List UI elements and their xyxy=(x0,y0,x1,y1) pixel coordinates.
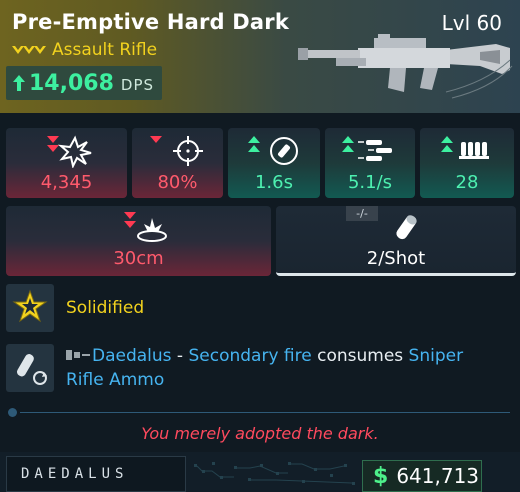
stat-damage-value: 4,345 xyxy=(40,172,93,193)
perk-text-2: consumes xyxy=(311,346,409,366)
stat-accuracy-value: 80% xyxy=(157,172,198,193)
stat-splash-value: 30cm xyxy=(113,248,164,269)
item-type: Assault Rifle xyxy=(52,40,158,60)
stat-fire-rate-value: 5.1/s xyxy=(347,172,393,193)
perk-row-solidified: Solidified xyxy=(6,284,516,332)
rarity-row: Assault Rifle xyxy=(12,40,157,60)
stat-ammo-cost-value: 2/Shot xyxy=(366,248,426,269)
dps-badge: 14,068 DPS xyxy=(6,66,162,100)
stat-magazine: 28 xyxy=(420,128,514,198)
manufacturer-logo: DAEDALUS xyxy=(6,456,186,492)
splash-icon xyxy=(123,212,167,242)
dps-up-arrow-icon xyxy=(13,75,25,91)
item-footer: DAEDALUS $ 641,713 xyxy=(0,452,520,492)
flavor-text: You merely adopted the dark. xyxy=(141,424,379,443)
perk-name: Solidified xyxy=(66,298,145,318)
perk-row-manufacturer: Daedalus - Secondary fire consumes Snipe… xyxy=(6,344,516,392)
price-value: 641,713 xyxy=(396,464,480,488)
burst-icon xyxy=(46,135,91,168)
bullets-icon xyxy=(342,136,392,161)
perk-icon-box xyxy=(6,284,54,332)
currency-icon: $ xyxy=(373,463,389,489)
perk-text-4: Rifle Ammo xyxy=(66,370,165,390)
stat-damage: 4,345 xyxy=(6,128,127,198)
stat-ammo-cost: -/- 2/Shot xyxy=(276,206,516,276)
secondary-fire-icon xyxy=(17,354,47,385)
manufacturer-mark-icon xyxy=(66,350,90,360)
stat-fire-rate: 5.1/s xyxy=(325,128,415,198)
assault-rifle-image xyxy=(298,34,513,99)
rarity-chevrons-icon xyxy=(12,46,46,54)
perk-icon-box xyxy=(6,344,54,392)
stat-reload-value: 1.6s xyxy=(254,172,293,193)
dps-value: 14,068 xyxy=(29,70,114,96)
divider xyxy=(20,412,510,413)
stat-magazine-value: 28 xyxy=(455,172,479,193)
divider-dot xyxy=(8,408,17,417)
perk-manufacturer: Daedalus xyxy=(92,346,172,366)
sell-price: $ 641,713 xyxy=(362,460,482,492)
dps-unit: DPS xyxy=(120,76,155,94)
magazine-icon xyxy=(441,136,489,159)
star-badge-icon xyxy=(12,289,48,323)
perk-text-3: Sniper xyxy=(408,346,464,366)
unchanged-tag: -/- xyxy=(346,206,378,221)
stat-splash: 30cm xyxy=(6,206,271,276)
stat-accuracy: 80% xyxy=(132,128,223,198)
stat-reload: 1.6s xyxy=(228,128,320,198)
item-header: Pre-Emptive Hard Dark Lvl 60 Assault Rif… xyxy=(0,0,520,113)
perk-text-1: Secondary fire xyxy=(188,346,312,366)
circuit-decoration xyxy=(194,462,355,485)
crosshair-icon xyxy=(149,136,203,166)
manufacturer-logo-text: DAEDALUS xyxy=(21,466,129,482)
reload-timer-icon xyxy=(248,136,298,165)
perk-sep: - xyxy=(171,346,189,366)
perk-description: Daedalus - Secondary fire consumes Snipe… xyxy=(66,344,463,392)
item-name: Pre-Emptive Hard Dark xyxy=(12,10,290,34)
